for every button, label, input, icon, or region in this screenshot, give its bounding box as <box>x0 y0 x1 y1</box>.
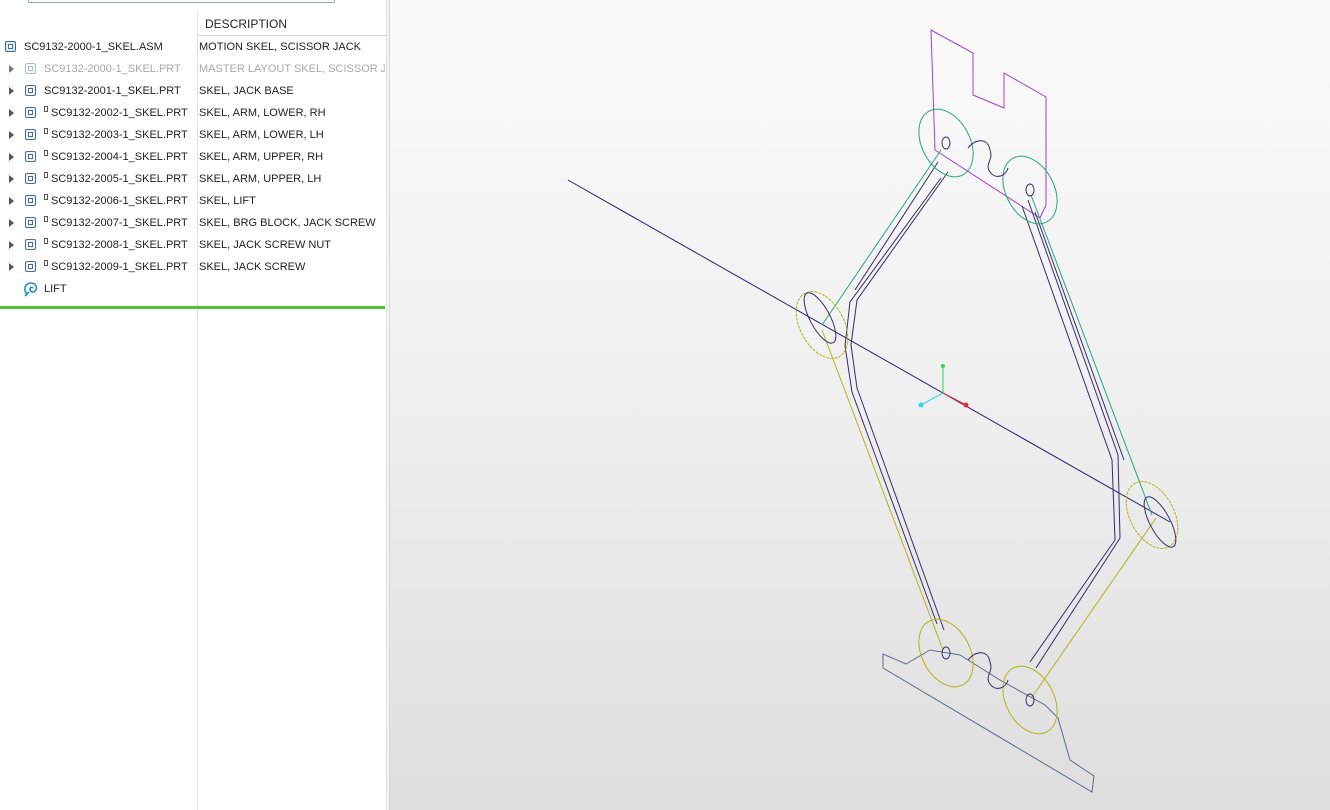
package-marker-icon <box>44 194 48 200</box>
expand-arrow-icon[interactable] <box>9 263 14 271</box>
assembly-icon <box>5 41 16 52</box>
tree-item-description: MOTION SKEL, SCISSOR JACK <box>199 41 361 53</box>
tree-item-name: SC9132-2000-1_SKEL.ASM <box>24 41 163 53</box>
tree-item-description: SKEL, ARM, UPPER, LH <box>199 173 322 185</box>
scissor-jack-wireframe <box>567 29 1179 793</box>
tree-item-description: SKEL, JACK BASE <box>199 85 294 97</box>
tree-item-name: SC9132-2004-1_SKEL.PRT <box>51 151 188 163</box>
package-marker-icon <box>44 128 48 134</box>
lower-gear-teeth <box>967 652 1009 689</box>
upper-gear-teeth <box>967 140 1009 177</box>
tree-row-lower-lh[interactable]: SC9132-2003-1_SKEL.PRT SKEL, ARM, LOWER,… <box>0 124 386 146</box>
graphics-viewport[interactable] <box>390 0 1330 810</box>
expand-arrow-icon[interactable] <box>9 65 14 73</box>
upper-arm-rh <box>1030 194 1153 516</box>
package-marker-icon <box>44 106 48 112</box>
skeleton-part-icon <box>25 217 36 228</box>
tree-item-name: SC9132-2008-1_SKEL.PRT <box>51 239 188 251</box>
model-tree-panel: DESCRIPTION SC9132-2000-1_SKEL.ASM MOTIO… <box>0 0 386 810</box>
description-column-header[interactable]: DESCRIPTION <box>198 12 386 36</box>
upper-pin-left <box>941 136 951 150</box>
package-marker-icon <box>44 216 48 222</box>
package-marker-icon <box>44 150 48 156</box>
tree-item-description: SKEL, ARM, LOWER, LH <box>199 129 324 141</box>
upper-pin-right <box>1025 183 1035 197</box>
tree-item-description: SKEL, ARM, UPPER, RH <box>199 151 324 163</box>
tree-item-description: SKEL, JACK SCREW NUT <box>199 239 332 251</box>
skeleton-part-icon <box>25 195 36 206</box>
skeleton-part-icon <box>25 85 36 96</box>
expand-arrow-icon[interactable] <box>9 109 14 117</box>
base-plate <box>882 649 1095 793</box>
tree-row-brg-block[interactable]: SC9132-2007-1_SKEL.PRT SKEL, BRG BLOCK, … <box>0 212 386 234</box>
tree-row-assembly[interactable]: SC9132-2000-1_SKEL.ASM MOTION SKEL, SCIS… <box>0 36 386 58</box>
expand-arrow-icon[interactable] <box>9 219 14 227</box>
lower-arm-lh <box>821 329 944 651</box>
tree-item-description: SKEL, LIFT <box>199 195 256 207</box>
skeleton-part-icon <box>25 239 36 250</box>
arm-frame <box>850 161 1125 669</box>
motion-snapshot-icon <box>24 282 38 297</box>
tree-item-name: SC9132-2003-1_SKEL.PRT <box>51 129 188 141</box>
tree-row-jack-screw[interactable]: SC9132-2009-1_SKEL.PRT SKEL, JACK SCREW <box>0 256 386 278</box>
tree-item-description: MASTER LAYOUT SKEL, SCISSOR JACK <box>199 63 385 75</box>
package-marker-icon <box>44 172 48 178</box>
expand-arrow-icon[interactable] <box>9 241 14 249</box>
skeleton-part-icon <box>25 129 36 140</box>
tree-row-lift[interactable]: SC9132-2006-1_SKEL.PRT SKEL, LIFT <box>0 190 386 212</box>
tree-item-description: SKEL, ARM, LOWER, RH <box>199 107 326 119</box>
tree-row-screw-nut[interactable]: SC9132-2008-1_SKEL.PRT SKEL, JACK SCREW … <box>0 234 386 256</box>
tree-item-name: SC9132-2005-1_SKEL.PRT <box>51 173 188 185</box>
package-marker-icon <box>44 260 48 266</box>
skeleton-part-icon <box>25 63 36 74</box>
skeleton-part-icon <box>25 107 36 118</box>
tree-item-name: SC9132-2002-1_SKEL.PRT <box>51 107 188 119</box>
upper-gear-right <box>1002 155 1058 225</box>
pivot-right-inner <box>1143 496 1177 548</box>
upper-arm-lh <box>821 149 942 326</box>
tree-row-jack-base[interactable]: SC9132-2001-1_SKEL.PRT SKEL, JACK BASE <box>0 80 386 102</box>
expand-arrow-icon[interactable] <box>9 131 14 139</box>
skeleton-part-icon <box>25 173 36 184</box>
expand-arrow-icon[interactable] <box>9 87 14 95</box>
tree-item-name: SC9132-2009-1_SKEL.PRT <box>51 261 188 273</box>
tree-row-upper-rh[interactable]: SC9132-2004-1_SKEL.PRT SKEL, ARM, UPPER,… <box>0 146 386 168</box>
skeleton-part-icon <box>25 151 36 162</box>
jack-screw-axis <box>567 179 1171 523</box>
tree-row-lower-rh[interactable]: SC9132-2002-1_SKEL.PRT SKEL, ARM, LOWER,… <box>0 102 386 124</box>
tree-item-name: SC9132-2007-1_SKEL.PRT <box>51 217 188 229</box>
lower-arm-rh <box>1031 517 1157 698</box>
coordinate-triad <box>918 364 969 408</box>
tree-item-name: SC9132-2006-1_SKEL.PRT <box>51 195 188 207</box>
tree-item-name: SC9132-2000-1_SKEL.PRT <box>44 63 181 75</box>
tree-item-description: SKEL, BRG BLOCK, JACK SCREW <box>199 217 376 229</box>
search-input[interactable] <box>28 0 335 3</box>
skeleton-part-icon <box>25 261 36 272</box>
tree-row-motion-lift[interactable]: LIFT <box>0 278 386 300</box>
arm-frame-inner <box>844 177 1116 663</box>
lift-plate <box>930 29 1047 219</box>
insert-here-marker[interactable] <box>0 306 385 309</box>
tree-item-name: SC9132-2001-1_SKEL.PRT <box>44 85 181 97</box>
lower-pin-right <box>1025 693 1035 707</box>
lower-gear-right <box>1002 665 1058 735</box>
tree-item-description: SKEL, JACK SCREW <box>199 261 306 273</box>
package-marker-icon <box>44 238 48 244</box>
expand-arrow-icon[interactable] <box>9 175 14 183</box>
expand-arrow-icon[interactable] <box>9 197 14 205</box>
expand-arrow-icon[interactable] <box>9 153 14 161</box>
tree-row-master-layout[interactable]: SC9132-2000-1_SKEL.PRT MASTER LAYOUT SKE… <box>0 58 386 80</box>
description-column-label: DESCRIPTION <box>205 17 288 31</box>
tree-item-name: LIFT <box>44 283 67 295</box>
tree-row-upper-lh[interactable]: SC9132-2005-1_SKEL.PRT SKEL, ARM, UPPER,… <box>0 168 386 190</box>
